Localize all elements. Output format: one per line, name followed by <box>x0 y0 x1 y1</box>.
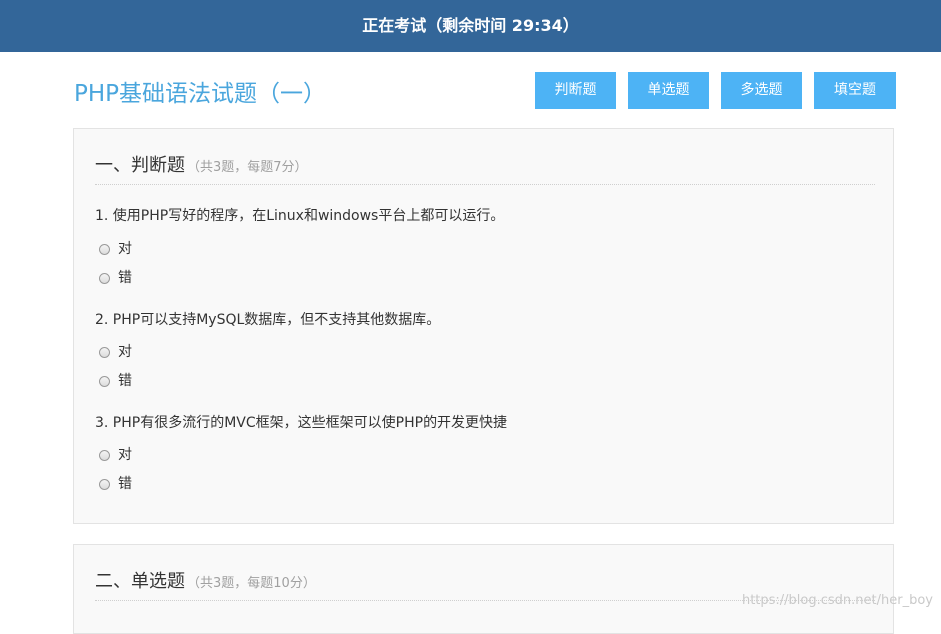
radio-button[interactable] <box>99 478 110 490</box>
option-false[interactable]: 错 <box>99 268 132 288</box>
question-text: 1. 使用PHP写好的程序，在Linux和windows平台上都可以运行。 <box>95 208 505 224</box>
question-type-tabs: 判断题 单选题 多选题 填空题 <box>535 72 896 109</box>
question-3: 3. PHP有很多流行的MVC框架，这些框架可以使PHP的开发更快捷 对 错 <box>95 413 875 492</box>
radio-button[interactable] <box>99 243 110 255</box>
page-title: PHP基础语法试题（一） <box>74 81 327 107</box>
tab-true-false[interactable]: 判断题 <box>535 72 616 109</box>
option-false[interactable]: 错 <box>99 474 132 494</box>
exam-status-bar: 正在考试（剩余时间 29:34） <box>0 0 941 52</box>
exam-status-text: 正在考试（剩余时间 29:34） <box>362 16 579 35</box>
option-false[interactable]: 错 <box>99 371 132 391</box>
option-label: 对 <box>118 447 132 463</box>
question-text: 2. PHP可以支持MySQL数据库，但不支持其他数据库。 <box>95 312 441 328</box>
section-true-false: 一、判断题 （共3题，每题7分） 1. 使用PHP写好的程序，在Linux和win… <box>73 128 894 524</box>
radio-button[interactable] <box>99 375 110 387</box>
option-label: 对 <box>118 241 132 257</box>
section-header: 一、判断题 （共3题，每题7分） <box>95 151 875 185</box>
question-2: 2. PHP可以支持MySQL数据库，但不支持其他数据库。 对 错 <box>95 310 875 389</box>
radio-button[interactable] <box>99 272 110 284</box>
option-label: 错 <box>118 270 132 286</box>
section-title: 一、判断题 <box>95 155 185 176</box>
option-label: 错 <box>118 476 132 492</box>
section-meta: （共3题，每题10分） <box>187 576 316 591</box>
radio-button[interactable] <box>99 449 110 461</box>
tab-multiple-choice[interactable]: 多选题 <box>721 72 802 109</box>
option-true[interactable]: 对 <box>99 342 132 362</box>
radio-button[interactable] <box>99 346 110 358</box>
question-text: 3. PHP有很多流行的MVC框架，这些框架可以使PHP的开发更快捷 <box>95 415 508 431</box>
tab-single-choice[interactable]: 单选题 <box>628 72 709 109</box>
question-1: 1. 使用PHP写好的程序，在Linux和windows平台上都可以运行。 对 … <box>95 206 875 286</box>
watermark-text: https://blog.csdn.net/her_boy <box>741 593 933 608</box>
tab-fill-in-blank[interactable]: 填空题 <box>814 72 896 109</box>
option-true[interactable]: 对 <box>99 239 132 259</box>
section-title: 二、单选题 <box>95 571 185 592</box>
option-label: 对 <box>118 344 132 360</box>
option-label: 错 <box>118 373 132 389</box>
section-meta: （共3题，每题7分） <box>187 160 308 175</box>
option-true[interactable]: 对 <box>99 445 132 465</box>
